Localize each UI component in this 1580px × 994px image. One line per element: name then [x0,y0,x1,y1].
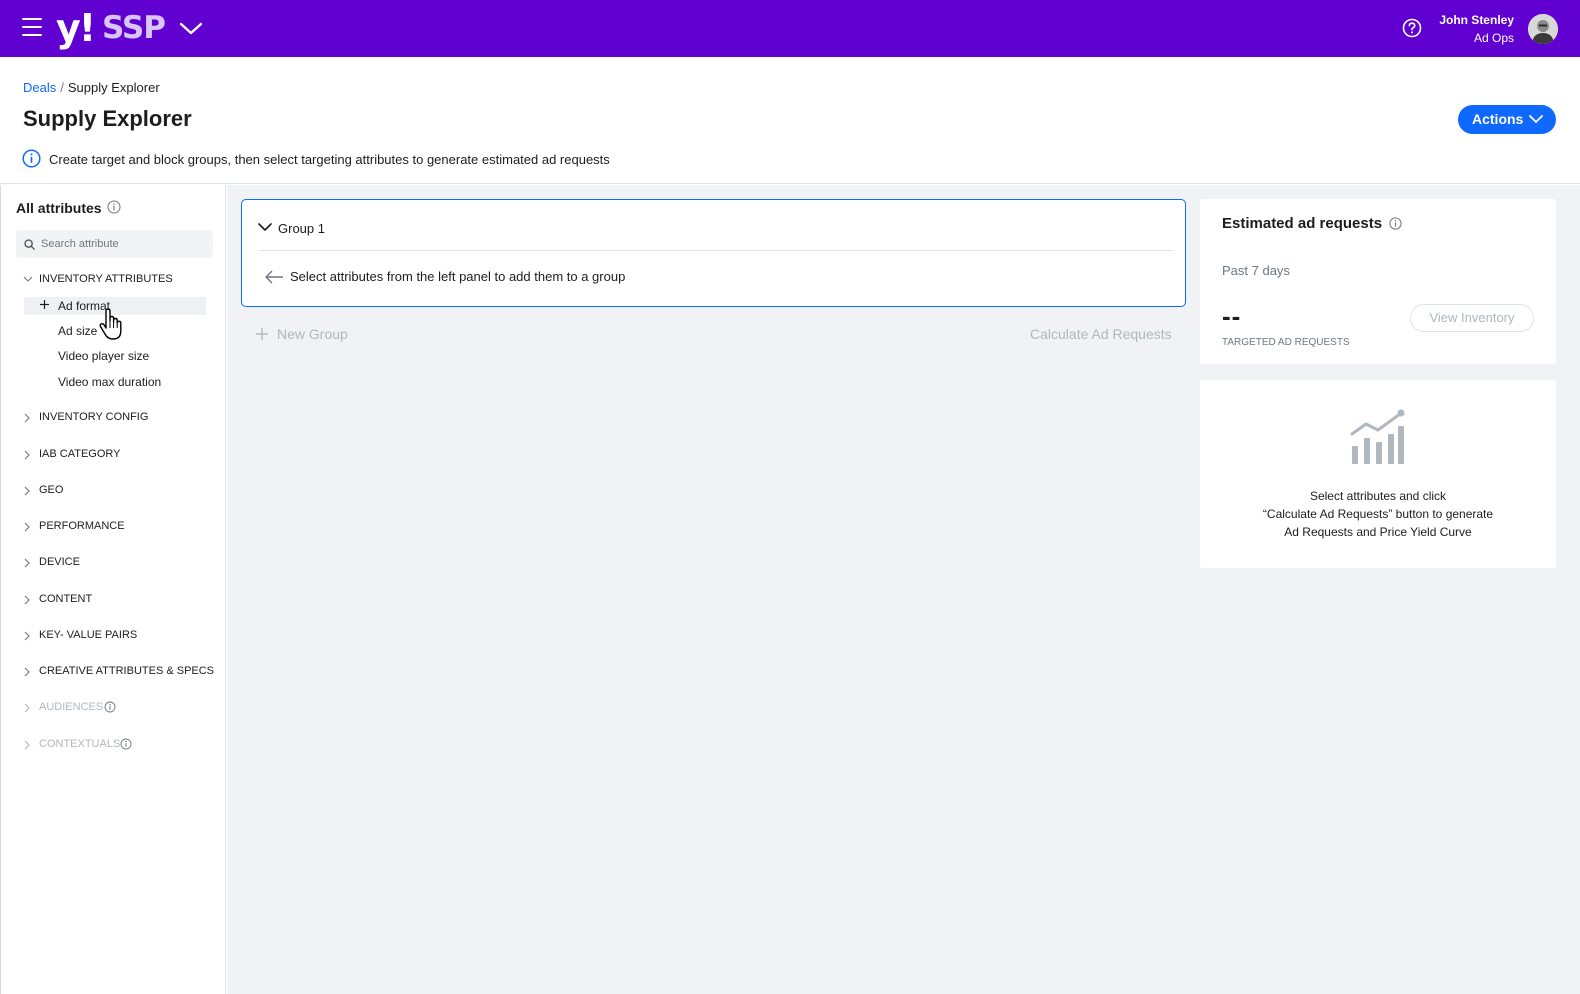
chevron-right-icon [24,486,30,496]
info-icon[interactable] [104,701,116,713]
search-box [16,230,213,258]
info-icon[interactable] [120,738,132,750]
category-label: CREATIVE ATTRIBUTES & SPECS [39,665,215,677]
category-label: INVENTORY ATTRIBUTES [39,273,173,285]
page-title: Supply Explorer [23,106,192,131]
breadcrumb: Deals / Supply Explorer [23,80,160,95]
empty-state-line: “Calculate Ad Requests” button to genera… [1262,507,1494,521]
chevron-right-icon [24,631,30,641]
avatar[interactable] [1528,14,1558,44]
empty-state-card: Select attributes and click “Calculate A… [1200,380,1556,568]
empty-state-text: Select attributes and click “Calculate A… [1200,487,1556,541]
category-label: CONTENT [39,593,93,605]
info-icon [22,149,41,168]
group-name[interactable]: Group 1 [278,221,325,236]
info-banner: Create target and block groups, then sel… [22,149,610,171]
search-input[interactable] [41,230,209,258]
divider [258,250,1174,251]
chevron-down-icon[interactable] [258,222,272,232]
hamburger-menu-icon[interactable] [22,18,42,38]
view-inventory-button[interactable]: View Inventory [1410,304,1534,332]
attribute-item-ad-size[interactable]: Ad size [58,324,97,338]
actions-button-label: Actions [1472,111,1524,127]
info-text: Create target and block groups, then sel… [49,152,610,167]
attributes-sidebar: All attributes INVENTORY ATTRIBUTES Ad f… [0,185,226,994]
arrow-left-icon [265,270,283,284]
user-name: John Stenley [1439,13,1514,27]
info-icon[interactable] [107,200,121,214]
actions-button[interactable]: Actions [1458,105,1556,134]
category-label: KEY- VALUE PAIRS [39,629,138,641]
chevron-down-icon [23,276,33,282]
hand-cursor-icon [99,308,122,340]
category-label: INVENTORY CONFIG [39,411,149,423]
chevron-right-icon [24,740,30,750]
user-role: Ad Ops [1473,31,1514,45]
new-group-label: New Group [277,326,348,342]
main-content: Group 1 Select attributes from the left … [227,185,1580,994]
group-card: Group 1 Select attributes from the left … [241,199,1186,307]
group-empty-hint: Select attributes from the left panel to… [290,269,626,284]
attribute-item-video-max-duration[interactable]: Video max duration [58,375,161,389]
chevron-right-icon [24,703,30,713]
search-icon [24,239,35,250]
chevron-right-icon [24,413,30,423]
empty-state-line: Select attributes and click [1309,489,1447,503]
chevron-right-icon [24,450,30,460]
help-icon[interactable] [1402,18,1422,38]
calculate-ad-requests-button[interactable]: Calculate Ad Requests [1030,326,1172,342]
yahoo-logo[interactable]: y! [56,6,96,50]
ad-requests-value: -- [1222,301,1242,331]
breadcrumb-separator: / [60,80,64,95]
sidebar-title: All attributes [16,200,102,216]
category-label: IAB CATEGORY [39,448,121,460]
card-title: Estimated ad requests [1222,215,1383,232]
chevron-down-icon[interactable] [178,18,204,38]
plus-icon [256,328,268,340]
category-label: PERFORMANCE [39,520,125,532]
chevron-right-icon [24,558,30,568]
info-icon[interactable] [1389,217,1402,230]
breadcrumb-deals-link[interactable]: Deals [23,80,56,95]
top-navigation-bar: y! SSP John Stenley Ad Ops [0,0,1580,57]
breadcrumb-current: Supply Explorer [67,80,160,95]
category-label: GEO [39,484,64,496]
empty-state-line: Ad Requests and Price Yield Curve [1284,525,1472,539]
chevron-right-icon [24,667,30,677]
ad-requests-label: TARGETED AD REQUESTS [1222,337,1350,348]
product-name: SSP [102,10,166,46]
estimated-requests-card: Estimated ad requests Past 7 days -- TAR… [1200,199,1556,364]
chevron-right-icon [24,595,30,605]
chevron-right-icon [24,522,30,532]
chart-icon [1350,409,1405,464]
category-label: CONTEXTUALS [39,738,121,750]
category-label: AUDIENCES [39,701,104,713]
category-label: DEVICE [39,556,80,568]
chevron-down-icon [1529,115,1543,123]
page-header: Deals / Supply Explorer Supply Explorer Ac… [0,57,1580,184]
date-range: Past 7 days [1222,263,1290,278]
plus-icon[interactable] [39,299,50,310]
attribute-item-video-player-size[interactable]: Video player size [58,349,149,363]
